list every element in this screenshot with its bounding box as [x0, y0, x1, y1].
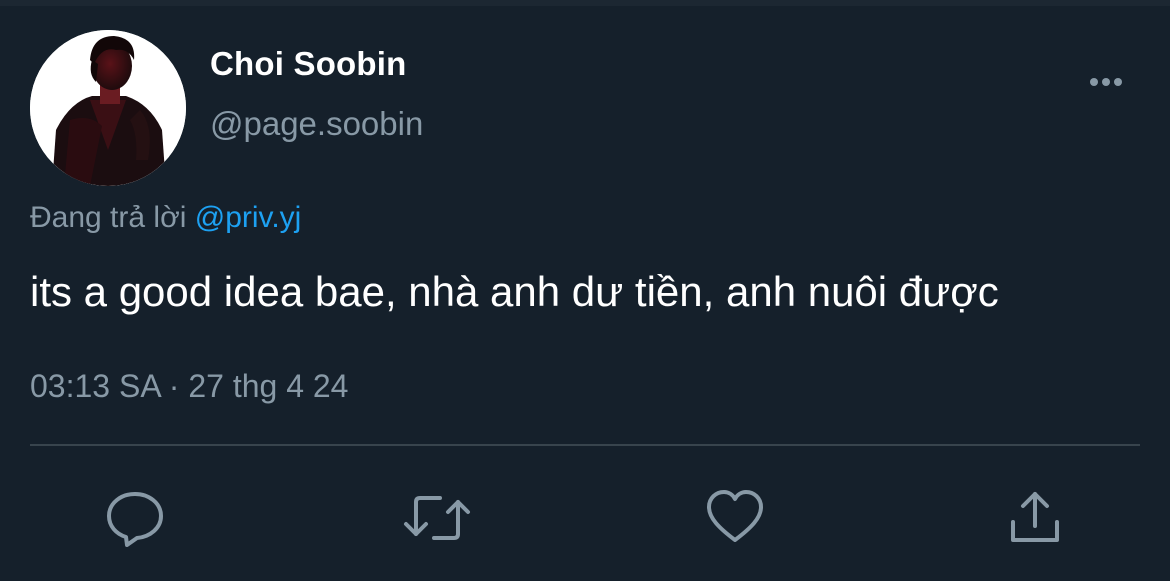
reply-button[interactable]	[105, 488, 165, 548]
retweet-arrows-icon	[404, 496, 470, 540]
avatar[interactable]	[30, 30, 186, 186]
top-border	[0, 0, 1170, 6]
replying-to-label: Đang trả lời	[30, 201, 187, 234]
tweet-timestamp[interactable]: 03:13 SA · 27 thg 4 24	[30, 366, 348, 406]
heart-icon	[707, 490, 763, 542]
display-name[interactable]: Choi Soobin	[210, 44, 407, 84]
divider	[30, 444, 1140, 446]
tweet-text: its a good idea bae, nhà anh dư tiền, an…	[30, 268, 999, 315]
avatar-photo	[30, 30, 186, 186]
replying-to: Đang trả lời @priv.yj	[30, 198, 301, 238]
share-button[interactable]	[1005, 488, 1065, 548]
reply-mention-link[interactable]: @priv.yj	[195, 201, 302, 234]
comment-bubble-icon	[107, 492, 163, 547]
retweet-button[interactable]	[402, 488, 470, 548]
share-upload-icon	[1011, 492, 1059, 542]
more-horizontal-icon[interactable]	[1086, 72, 1126, 92]
like-button[interactable]	[705, 488, 765, 548]
user-handle[interactable]: @page.soobin	[210, 104, 423, 144]
